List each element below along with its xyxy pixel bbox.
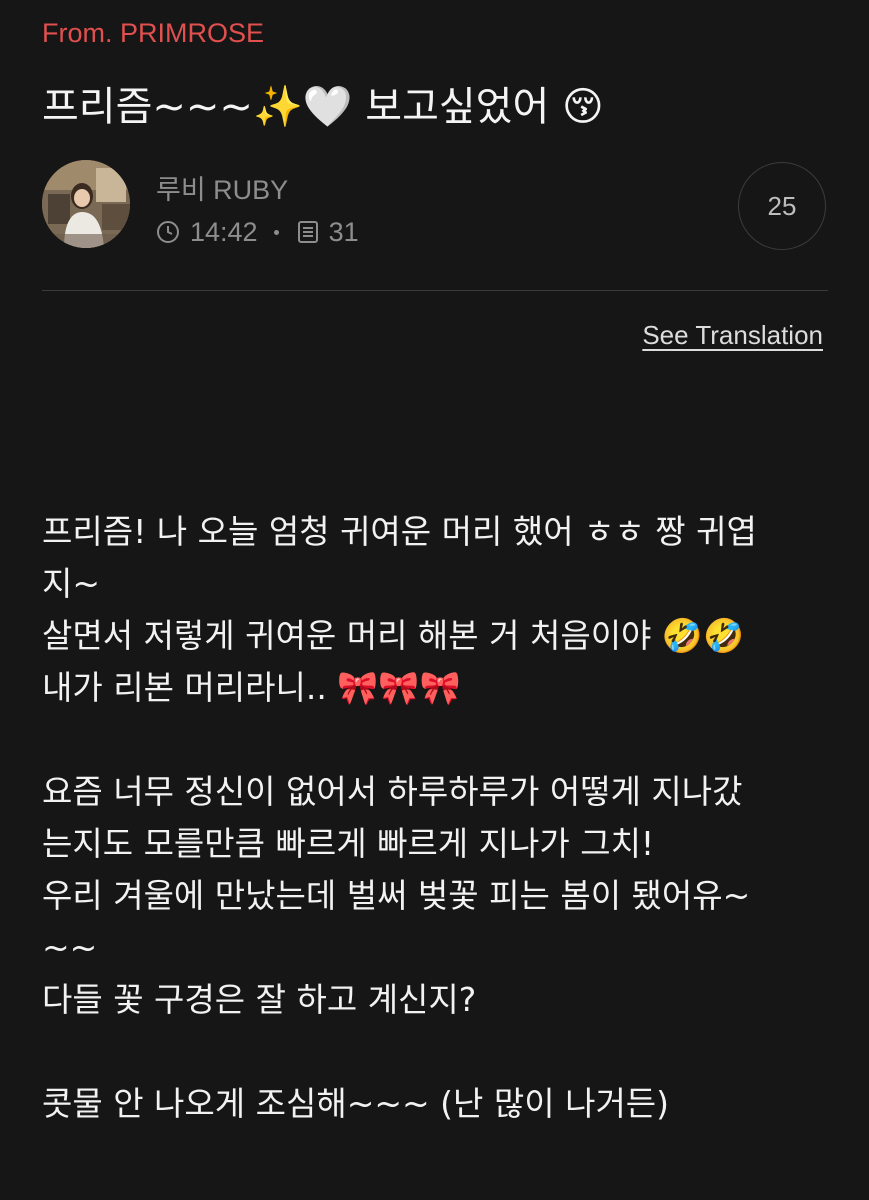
post-line: 내가 리본 머리라니.. 🎀🎀🎀 (42, 668, 461, 707)
divider (42, 290, 828, 291)
post-line: 다들 꽃 구경은 잘 하고 계신지? (42, 980, 477, 1019)
comment-count-button[interactable]: 25 (738, 162, 826, 250)
avatar-photo (42, 160, 130, 248)
see-translation-link[interactable]: See Translation (642, 320, 823, 351)
post-line: ~~ (42, 928, 98, 967)
post-line-blank (42, 714, 832, 766)
post-meta: 14:42 31 (156, 214, 359, 250)
post-time: 14:42 (190, 216, 258, 247)
clock-icon (156, 220, 180, 244)
post-line: 는지도 모를만큼 빠르게 빠르게 지나가 그치! (42, 824, 655, 863)
from-label: From. PRIMROSE (42, 18, 265, 48)
post-title: 프리즘~~~✨🤍 보고싶었어 😚 (42, 84, 604, 130)
post-line: 요즘 너무 정신이 없어서 하루하루가 어떻게 지나갔 (42, 772, 743, 811)
post-line: 살면서 저렇게 귀여운 머리 해본 거 처음이야 🤣🤣 (42, 616, 745, 655)
document-icon (297, 220, 319, 244)
post-line: 지~ (42, 564, 101, 603)
author-name[interactable]: 루비 RUBY (156, 168, 288, 207)
post-line: 콧물 안 나오게 조심해~~~ (난 많이 나거든) (42, 1084, 670, 1123)
avatar[interactable] (42, 160, 130, 248)
post-line-blank (42, 1026, 832, 1078)
post-line: 프리즘! 나 오늘 엄청 귀여운 머리 했어 ㅎㅎ 짱 귀엽 (42, 512, 757, 551)
post-body: 프리즘! 나 오늘 엄청 귀여운 머리 했어 ㅎㅎ 짱 귀엽 지~ 살면서 저렇… (42, 506, 832, 1130)
view-count: 31 (328, 216, 359, 247)
post-line: 우리 겨울에 만났는데 벌써 벚꽃 피는 봄이 됐어유~ (42, 876, 751, 915)
separator-dot (273, 229, 279, 235)
